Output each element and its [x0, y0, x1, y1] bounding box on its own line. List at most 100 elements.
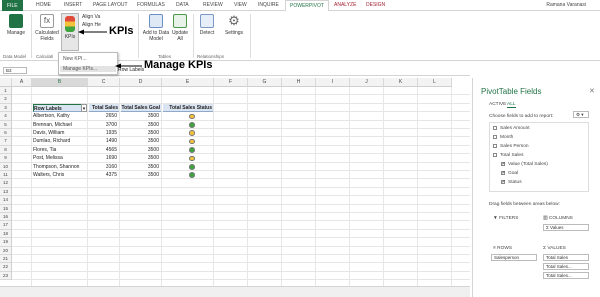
- values-item[interactable]: Total Sales: [543, 254, 589, 261]
- field-list-item[interactable]: Sales Person: [493, 143, 529, 149]
- field-checkbox[interactable]: [501, 170, 506, 176]
- rows-salesperson-item[interactable]: Salesperson: [491, 254, 537, 261]
- spreadsheet-grid[interactable]: ABCDEFGHIJKL 1 2 3 4 5 6 7 8 9 10 11 12 13 14 15 16 17 18…: [0, 78, 470, 286]
- row-header[interactable]: 21: [0, 255, 12, 264]
- row-header[interactable]: 17: [0, 221, 12, 230]
- total-sales-cell[interactable]: 4375: [89, 171, 119, 179]
- pivot-header-sales-goal[interactable]: Total Sales Goal: [121, 103, 161, 113]
- tab-data[interactable]: DATA: [176, 2, 189, 8]
- field-list-item[interactable]: Month: [493, 134, 513, 140]
- field-checkbox[interactable]: [493, 144, 497, 148]
- row-header[interactable]: 1: [0, 87, 12, 96]
- pivot-header-row-labels[interactable]: Row Labels: [33, 103, 87, 113]
- row-header[interactable]: 11: [0, 171, 12, 180]
- row-header[interactable]: 7: [0, 137, 12, 146]
- pivot-row-label[interactable]: Albertson, Kathy: [33, 112, 87, 120]
- total-sales-cell[interactable]: 2650: [89, 112, 119, 120]
- kpis-button[interactable]: KPIs: [61, 13, 79, 51]
- row-header[interactable]: 23: [0, 271, 12, 281]
- row-header[interactable]: 19: [0, 238, 12, 247]
- tab-page-layout[interactable]: PAGE LAYOUT: [93, 2, 128, 8]
- column-header[interactable]: D: [120, 78, 162, 87]
- sales-goal-cell[interactable]: 3500: [121, 129, 161, 137]
- row-header[interactable]: 20: [0, 246, 12, 255]
- field-checkbox[interactable]: [493, 135, 497, 139]
- manage-button[interactable]: Manage: [4, 14, 28, 36]
- total-sales-cell[interactable]: 3700: [89, 121, 119, 129]
- user-name[interactable]: Ramana Varanasi: [546, 2, 586, 8]
- pivot-row-label[interactable]: Davis, William: [33, 129, 87, 137]
- column-header[interactable]: C: [88, 78, 120, 87]
- tab-all[interactable]: ALL: [507, 102, 516, 108]
- total-sales-cell[interactable]: 1935: [89, 129, 119, 137]
- sales-status-cell[interactable]: [163, 137, 213, 145]
- pivot-row-label[interactable]: Post, Melissa: [33, 154, 87, 162]
- pivot-row-label[interactable]: Dumlao, Richard: [33, 137, 87, 145]
- row-header[interactable]: 8: [0, 145, 12, 155]
- total-sales-cell[interactable]: 1490: [89, 137, 119, 145]
- sales-status-cell[interactable]: [163, 121, 213, 129]
- gear-dropdown[interactable]: ⚙ ▾: [573, 111, 589, 118]
- row-header[interactable]: 4: [0, 112, 12, 121]
- tab-view[interactable]: VIEW: [234, 2, 247, 8]
- column-header[interactable]: H: [282, 78, 316, 87]
- tab-home[interactable]: HOME: [36, 2, 51, 8]
- name-box[interactable]: B3: [3, 67, 27, 74]
- field-checkbox[interactable]: [501, 161, 506, 167]
- field-list-item[interactable]: Status: [501, 179, 522, 185]
- column-header[interactable]: E: [162, 78, 214, 87]
- row-header[interactable]: 3: [0, 103, 12, 113]
- field-list[interactable]: Sales Amount Month Sales Person Total Sales…: [489, 122, 589, 192]
- field-checkbox[interactable]: [501, 179, 506, 185]
- tab-insert[interactable]: INSERT: [64, 2, 82, 8]
- tab-analyze[interactable]: ANALYZE: [334, 2, 356, 8]
- pivot-row-label[interactable]: Brennan, Michael: [33, 121, 87, 129]
- total-sales-cell[interactable]: 1690: [89, 154, 119, 162]
- settings-button[interactable]: ⚙ Settings: [222, 14, 246, 37]
- new-kpi-menu-item[interactable]: New KPI...: [63, 56, 87, 62]
- row-header[interactable]: 9: [0, 154, 12, 163]
- sales-status-cell[interactable]: [163, 171, 213, 179]
- row-header[interactable]: 6: [0, 129, 12, 138]
- update-all-button[interactable]: Update All: [171, 14, 189, 42]
- row-header[interactable]: 10: [0, 162, 12, 171]
- row-header[interactable]: 16: [0, 213, 12, 222]
- column-header[interactable]: F: [214, 78, 248, 87]
- row-header[interactable]: 15: [0, 204, 12, 213]
- select-all-corner[interactable]: [0, 78, 12, 87]
- column-header[interactable]: A: [12, 78, 32, 87]
- pivot-row-label[interactable]: Walters, Chris: [33, 171, 87, 179]
- align-menu-1[interactable]: Align Va: [82, 14, 116, 20]
- pivot-row-label[interactable]: Thompson, Shannon: [33, 163, 87, 171]
- total-sales-cell[interactable]: 4565: [89, 146, 119, 154]
- sales-goal-cell[interactable]: 3500: [121, 121, 161, 129]
- close-icon[interactable]: ✕: [589, 87, 595, 95]
- row-header[interactable]: 14: [0, 196, 12, 205]
- row-header[interactable]: 12: [0, 179, 12, 188]
- sales-status-cell[interactable]: [163, 154, 213, 162]
- pivot-row-label[interactable]: Flores, Tia: [33, 146, 87, 154]
- values-item[interactable]: Total Sales...: [543, 263, 589, 270]
- row-header[interactable]: 13: [0, 187, 12, 197]
- column-header[interactable]: L: [418, 78, 452, 87]
- column-header[interactable]: J: [350, 78, 384, 87]
- tab-formulas[interactable]: FORMULAS: [137, 2, 165, 8]
- tab-active[interactable]: ACTIVE: [489, 102, 506, 107]
- field-list-item[interactable]: Value (Total Sales): [501, 161, 548, 167]
- total-sales-cell[interactable]: 3160: [89, 163, 119, 171]
- detect-button[interactable]: Detect: [197, 14, 217, 36]
- pivot-header-sales-status[interactable]: Total Sales Status: [163, 103, 213, 113]
- pivot-header-total-sales[interactable]: Total Sales: [89, 103, 119, 113]
- tab-design[interactable]: DESIGN: [366, 2, 385, 8]
- field-list-item[interactable]: Sales Amount: [493, 125, 530, 131]
- tab-review[interactable]: REVIEW: [203, 2, 223, 8]
- sales-goal-cell[interactable]: 3500: [121, 171, 161, 179]
- column-header[interactable]: B: [32, 78, 88, 87]
- sales-status-cell[interactable]: [163, 112, 213, 120]
- tab-inquire[interactable]: INQUIRE: [258, 2, 279, 8]
- columns-values-item[interactable]: Σ Values: [543, 224, 589, 231]
- field-list-item[interactable]: Total Sales: [493, 152, 523, 158]
- manage-kpis-menu-item[interactable]: Manage KPIs...: [60, 66, 116, 72]
- row-header[interactable]: 2: [0, 95, 12, 104]
- sales-goal-cell[interactable]: 3500: [121, 163, 161, 171]
